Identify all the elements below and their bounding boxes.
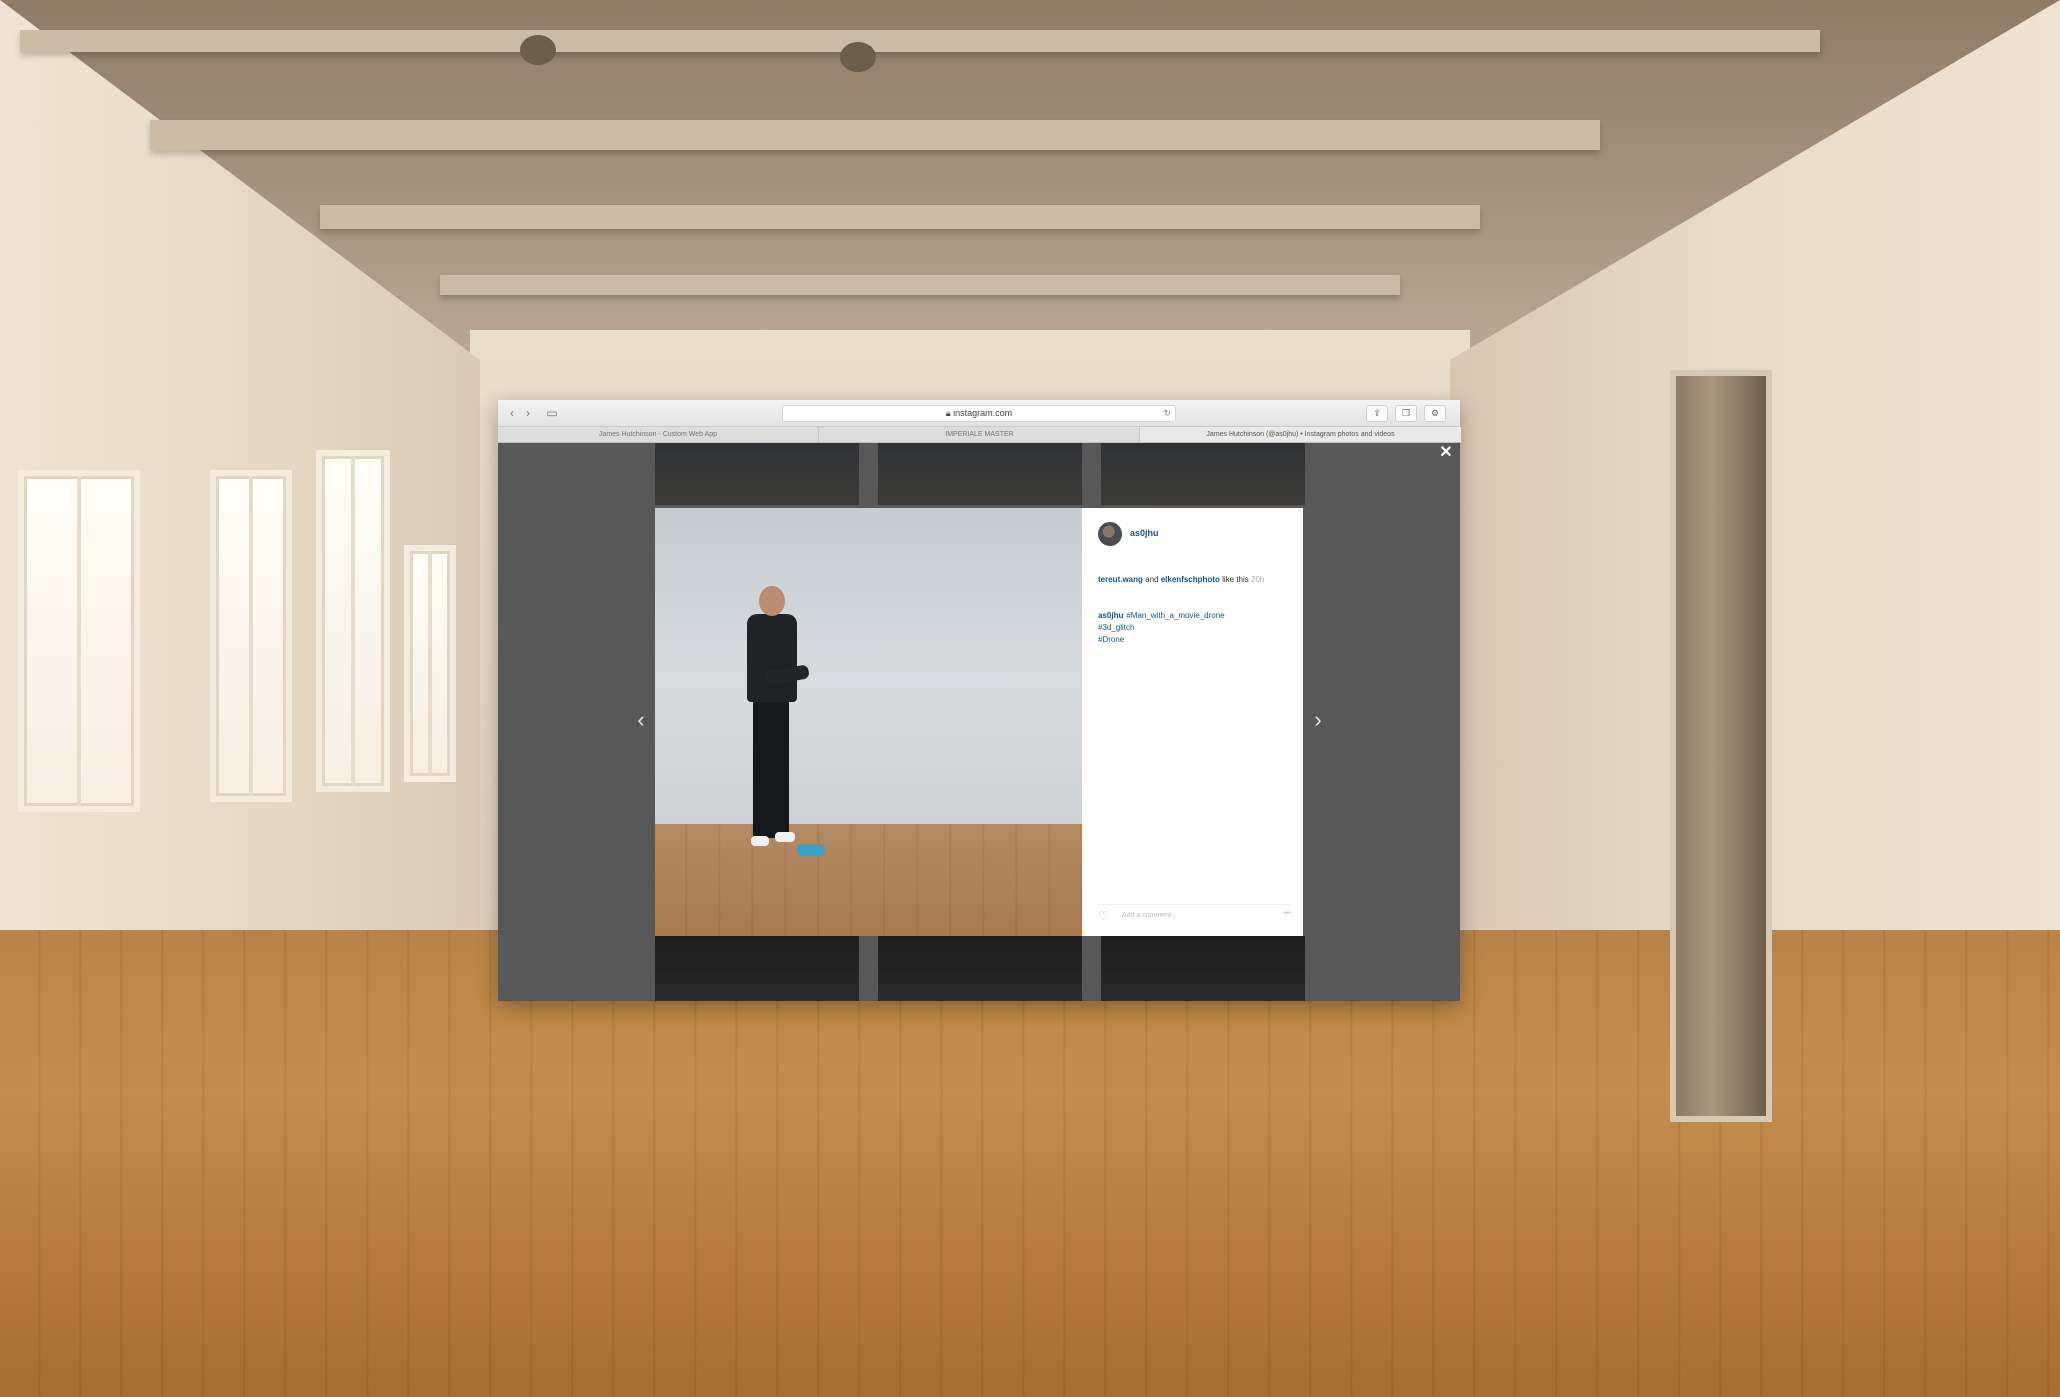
window <box>316 450 390 792</box>
window <box>18 470 140 812</box>
comment-input[interactable] <box>1122 909 1252 922</box>
ceiling-beam <box>440 275 1400 295</box>
gear-icon[interactable]: ⚙ <box>1424 405 1446 422</box>
window <box>404 545 456 782</box>
post-username[interactable]: as0jhu <box>1130 528 1159 538</box>
chevron-right-icon[interactable]: › <box>520 405 536 421</box>
window <box>210 470 292 802</box>
post-modal: as0jhu tereut.wang and elkenfschphoto li… <box>655 508 1303 936</box>
avatar[interactable] <box>1098 522 1122 546</box>
next-arrow-icon[interactable]: › <box>1310 708 1326 732</box>
tab-strip: James Hutchinson - Custom Web App IMPERI… <box>498 427 1461 443</box>
post-sidebar: as0jhu tereut.wang and elkenfschphoto li… <box>1082 508 1303 936</box>
grid-thumbnail[interactable] <box>1101 936 1305 1001</box>
url-text: instagram.com <box>953 408 1013 418</box>
tab-imperiale-master[interactable]: IMPERIALE MASTER <box>818 427 1140 442</box>
person-figure <box>753 700 789 838</box>
person-figure <box>747 614 797 702</box>
sidebar-icon[interactable]: ▭ <box>544 405 560 421</box>
close-icon[interactable]: ✕ <box>1439 445 1453 461</box>
more-options-button[interactable]: ••• <box>1284 910 1291 917</box>
hashtag-link[interactable]: #Drone <box>1098 634 1294 646</box>
tabs-icon[interactable]: ❐ <box>1395 405 1417 422</box>
person-figure <box>775 832 795 842</box>
ceiling-beam <box>20 30 1820 52</box>
likes-connector: and <box>1145 575 1159 584</box>
hashtag-link[interactable]: #3d_glitch <box>1098 622 1294 634</box>
person-figure <box>759 586 785 616</box>
post-timestamp: 20h <box>1251 575 1265 584</box>
liker-link[interactable]: elkenfschphoto <box>1161 575 1220 584</box>
grid-thumbnail[interactable] <box>655 443 859 505</box>
tab-custom-web-app[interactable]: James Hutchinson - Custom Web App <box>498 427 818 442</box>
browser-window: ‹ › ▭ 🔒︎ instagram.com ↻ ⇪ ❐ ⚙ James Hut… <box>498 400 1461 1001</box>
likes-suffix: like this <box>1222 575 1249 584</box>
hashtag-link[interactable]: #Man_with_a_movie_drone <box>1126 611 1224 620</box>
previous-arrow-icon[interactable]: ‹ <box>633 708 649 732</box>
person-figure <box>751 836 769 846</box>
toy-car <box>797 844 825 856</box>
liker-link[interactable]: tereut.wang <box>1098 575 1143 584</box>
share-icon[interactable]: ⇪ <box>1366 405 1388 422</box>
post-caption: as0jhu #Man_with_a_movie_drone #3d_glitch… <box>1098 610 1294 646</box>
ceiling-beam <box>320 205 1480 229</box>
grid-thumbnail[interactable] <box>878 443 1082 505</box>
heart-icon[interactable]: ♡ <box>1098 909 1109 923</box>
glass-door <box>1670 370 1772 1122</box>
chevron-left-icon[interactable]: ‹ <box>504 405 520 421</box>
grid-thumbnail[interactable] <box>1101 443 1305 505</box>
grid-thumbnail[interactable] <box>878 936 1082 1001</box>
photo-floor <box>655 824 1082 936</box>
address-bar[interactable]: 🔒︎ instagram.com ↻ <box>782 405 1176 422</box>
instagram-modal-overlay: ✕ ‹ › as0jhu tereut.wang and elkenfschph… <box>498 443 1460 1001</box>
likes-line: tereut.wang and elkenfschphoto like this… <box>1098 574 1294 586</box>
ceiling-light <box>520 35 556 65</box>
tab-instagram-profile[interactable]: James Hutchinson (@as0jhu) • Instagram p… <box>1139 427 1461 442</box>
comment-bar: ♡ ••• <box>1098 904 1291 925</box>
ceiling-light <box>840 42 876 72</box>
caption-username[interactable]: as0jhu <box>1098 611 1123 620</box>
ceiling-beam <box>150 120 1600 150</box>
grid-thumbnail[interactable] <box>655 936 859 1001</box>
reload-icon[interactable]: ↻ <box>1163 406 1171 421</box>
post-photo[interactable] <box>655 508 1082 936</box>
browser-toolbar: ‹ › ▭ 🔒︎ instagram.com ↻ ⇪ ❐ ⚙ <box>498 400 1460 427</box>
